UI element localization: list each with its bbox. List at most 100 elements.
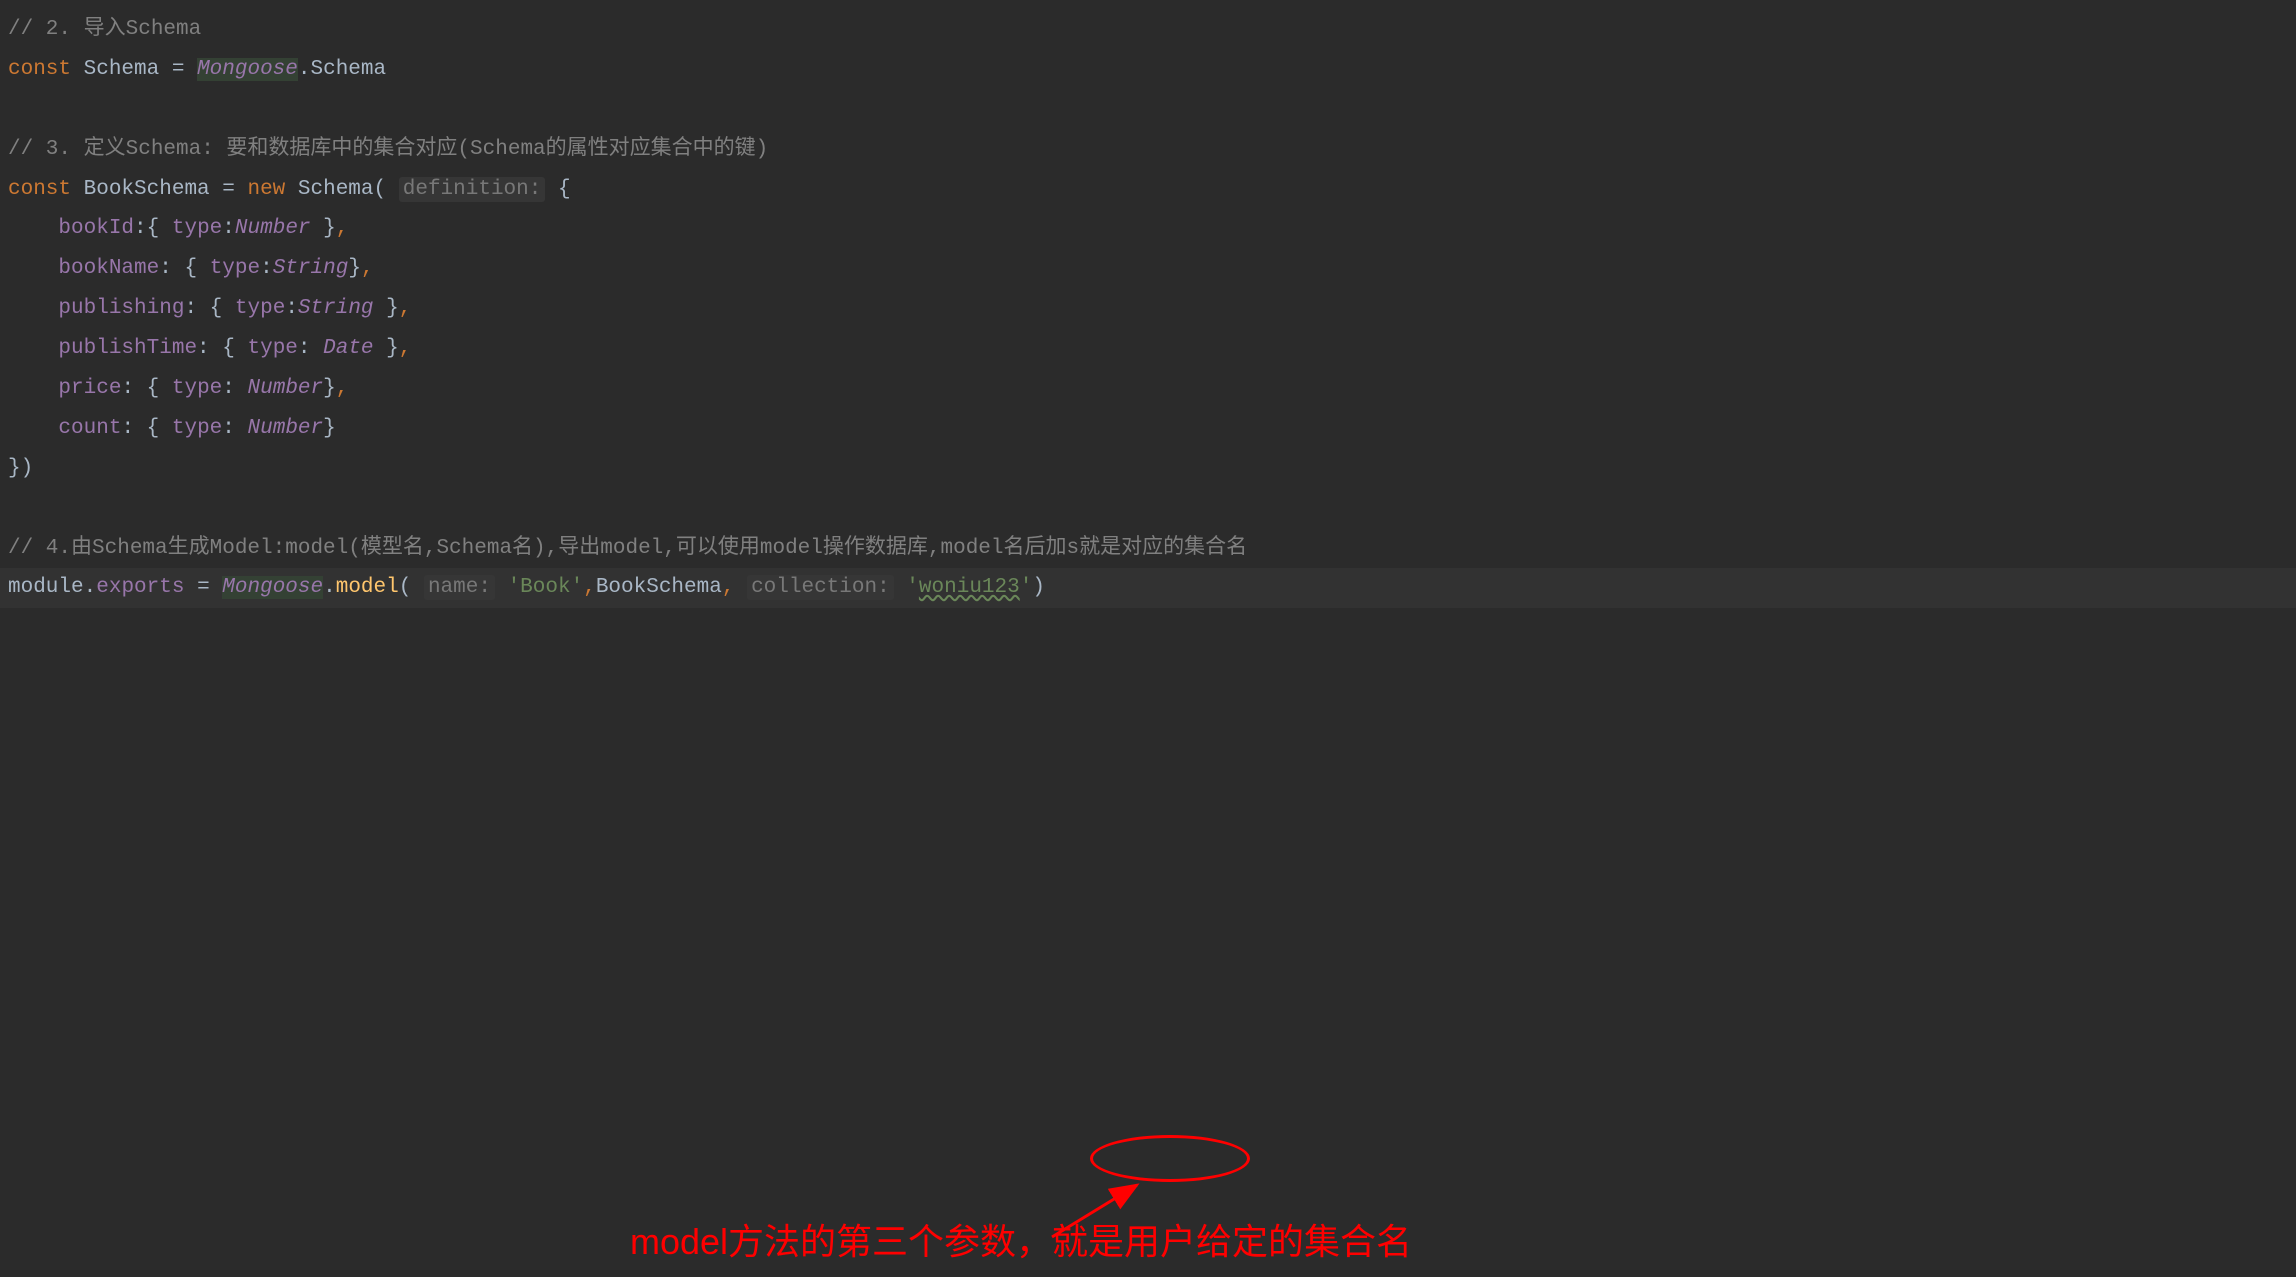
comment-text: // 2. 导入Schema [8,18,201,41]
code-line-5[interactable]: bookId:{ type:Number }, [0,209,2296,249]
empty-line-2[interactable] [0,489,2296,529]
colon: : [197,337,222,360]
property-publishtime: publishTime [58,337,197,360]
comma: , [336,217,349,240]
code-line-8[interactable]: publishTime: { type: Date }, [0,329,2296,369]
equals-sign: = [222,178,247,201]
annotation-ellipse-icon [1090,1135,1250,1182]
code-line-6[interactable]: bookName: { type:String}, [0,249,2296,289]
annotation-text: model方法的第三个参数，就是用户给定的集合名 [630,1208,1412,1276]
code-line-7[interactable]: publishing: { type:String }, [0,289,2296,329]
indent [8,257,58,280]
identifier-mongoose: Mongoose [222,576,323,599]
open-brace: { [147,217,172,240]
identifier-bookschema: BookSchema [84,178,223,201]
open-brace: { [147,377,172,400]
indent [8,417,58,440]
property-exports: exports [96,576,197,599]
identifier-schema: Schema [84,58,172,81]
param-hint-name: name: [424,575,495,600]
close-brace: } [348,257,361,280]
property-type: type [210,257,260,280]
property-type: type [247,337,297,360]
code-line-3[interactable]: // 3. 定义Schema: 要和数据库中的集合对应(Schema的属性对应集… [0,130,2296,170]
colon: : [121,377,146,400]
equals-sign: = [197,576,222,599]
code-line-2[interactable]: const Schema = Mongoose.Schema [0,50,2296,90]
comma: , [361,257,374,280]
code-line-4[interactable]: const BookSchema = new Schema( definitio… [0,170,2296,210]
comment-text: // 4.由Schema生成Model:model(模型名,Schema名),导… [8,537,1247,560]
indent [8,337,58,360]
identifier-schema: Schema [298,178,374,201]
code-line-9[interactable]: price: { type: Number}, [0,369,2296,409]
keyword-const: const [8,58,84,81]
property-bookname: bookName [58,257,159,280]
comma: , [722,576,747,599]
equals-sign: = [172,58,197,81]
code-line-12[interactable]: // 4.由Schema生成Model:model(模型名,Schema名),导… [0,529,2296,569]
close-paren: ) [1032,576,1045,599]
dot-operator: . [323,576,336,599]
method-model: model [336,576,399,599]
close-brace: } [311,217,336,240]
open-paren: ( [399,576,424,599]
code-line-10[interactable]: count: { type: Number} [0,409,2296,449]
string-quote-open: ' [906,576,919,599]
string-book: 'Book' [508,576,584,599]
property-type: type [172,217,222,240]
space [894,576,907,599]
comma: , [399,297,412,320]
annotation-arrow-icon [1042,1177,1162,1247]
open-brace: { [558,178,571,201]
comma: , [399,337,412,360]
property-type: type [172,377,222,400]
type-number: Number [235,217,311,240]
property-type: type [172,417,222,440]
indent [8,297,58,320]
dot-operator: . [84,576,97,599]
space [545,178,558,201]
close-brace: } [374,297,399,320]
identifier-bookschema: BookSchema [596,576,722,599]
string-woniu123: woniu123 [919,576,1020,599]
property-price: price [58,377,121,400]
open-brace: { [184,257,209,280]
space [495,576,508,599]
close-paren-brace: }) [8,457,33,480]
property-type: type [235,297,285,320]
property-publishing: publishing [58,297,184,320]
colon: : [260,257,273,280]
property-bookid: bookId [58,217,134,240]
colon: : [222,217,235,240]
comma: , [336,377,349,400]
type-number: Number [248,417,324,440]
type-date: Date [323,337,373,360]
close-brace: } [323,377,336,400]
code-line-11[interactable]: }) [0,449,2296,489]
indent [8,377,58,400]
type-string: String [298,297,374,320]
code-line-13[interactable]: module.exports = Mongoose.model( name: '… [0,568,2296,608]
param-hint-collection: collection: [747,575,894,600]
comma: , [583,576,596,599]
empty-line-1[interactable] [0,90,2296,130]
code-line-1[interactable]: // 2. 导入Schema [0,10,2296,50]
open-brace: { [210,297,235,320]
colon: : [121,417,146,440]
colon: : [184,297,209,320]
colon: : [159,257,184,280]
colon: : [222,377,247,400]
keyword-new: new [247,178,297,201]
identifier-module: module [8,576,84,599]
indent [8,217,58,240]
comment-text: // 3. 定义Schema: 要和数据库中的集合对应(Schema的属性对应集… [8,138,768,161]
colon: : [298,337,323,360]
open-paren: ( [374,178,399,201]
dot-operator: . [298,58,311,81]
colon: : [134,217,147,240]
param-hint-definition: definition: [399,177,546,202]
open-brace: { [222,337,247,360]
colon: : [222,417,247,440]
colon: : [285,297,298,320]
